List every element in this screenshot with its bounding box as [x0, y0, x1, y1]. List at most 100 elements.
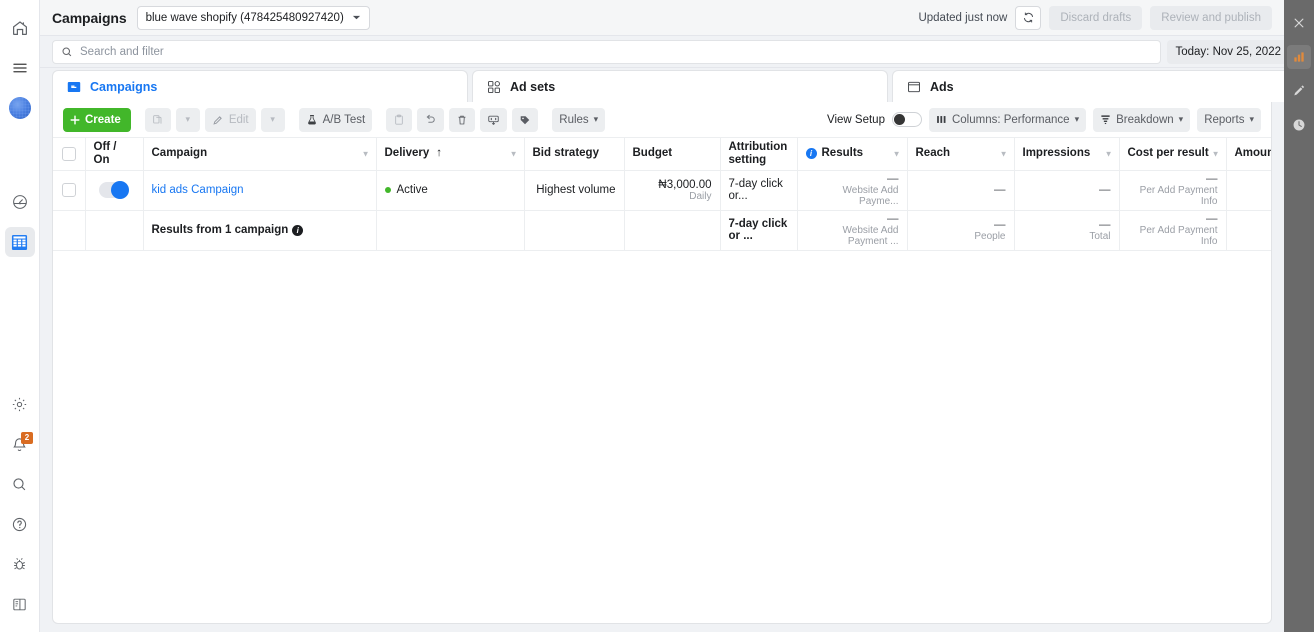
view-setup-toggle[interactable]: [891, 112, 922, 127]
discard-drafts-button[interactable]: Discard drafts: [1049, 5, 1143, 30]
automated-rules-icon[interactable]: [480, 107, 508, 132]
campaigns-icon: [67, 80, 81, 94]
tab-ads[interactable]: Ads: [892, 70, 1308, 102]
search-input[interactable]: [80, 45, 1152, 58]
results-summary-info-icon[interactable]: i: [292, 224, 304, 236]
tag-icon[interactable]: [512, 107, 539, 132]
tab-adsets-label: Ad sets: [510, 79, 556, 94]
campaign-on-toggle[interactable]: [99, 181, 129, 199]
account-avatar[interactable]: [5, 93, 35, 123]
table-empty-area: [53, 250, 1271, 611]
columns-button[interactable]: Columns: Performance ▾: [928, 107, 1087, 132]
edit-caret: ▾: [270, 114, 275, 124]
settings-gear-icon[interactable]: [5, 389, 35, 419]
reports-caret: ▾: [1249, 114, 1254, 124]
col-bid-strategy: Bid strategy: [524, 138, 625, 171]
campaigns-panel: Create ▾ Edit ▾ A/B Test Rules ▾ View Se…: [52, 102, 1272, 624]
select-all-checkbox[interactable]: [61, 146, 76, 161]
search-filter-row: Today: Nov 25, 2022: [40, 36, 1314, 68]
col-offon: Off / On: [85, 138, 144, 171]
campaigns-grid-icon[interactable]: [4, 227, 35, 257]
duplicate-icon[interactable]: [144, 107, 171, 132]
undo-icon[interactable]: [417, 107, 445, 132]
tab-campaigns[interactable]: Campaigns: [52, 70, 468, 102]
refresh-icon[interactable]: [1015, 5, 1042, 30]
total-cost-per-result-cell: — Per Add Payment Info: [1119, 210, 1227, 251]
home-icon[interactable]: [5, 13, 35, 43]
close-icon[interactable]: [1287, 11, 1311, 35]
col-results-caret[interactable]: ▼: [893, 149, 901, 158]
col-results[interactable]: i Results ▼: [797, 138, 908, 171]
col-reach-label: Reach: [915, 147, 951, 160]
reports-button[interactable]: Reports ▾: [1197, 107, 1261, 132]
row-checkbox[interactable]: [61, 183, 76, 197]
flask-icon: [307, 114, 316, 124]
col-attribution-label: Attribution setting: [728, 140, 788, 166]
layout-panel-icon[interactable]: [5, 589, 35, 619]
total-results-metric: Website Add Payment ...: [842, 225, 899, 247]
col-cost-per-result[interactable]: Cost per result ▼: [1119, 138, 1227, 171]
bar-chart-icon[interactable]: [1287, 45, 1311, 69]
edit-dropdown-button[interactable]: ▾: [260, 107, 285, 132]
menu-icon[interactable]: [5, 53, 35, 83]
row-campaign-cell: kid ads Campaign: [143, 170, 377, 211]
plus-icon: [70, 114, 80, 125]
col-cost-per-result-caret[interactable]: ▼: [1212, 149, 1220, 158]
col-bid-strategy-label: Bid strategy: [532, 147, 599, 160]
col-attribution: Attribution setting: [720, 138, 798, 171]
col-impressions-caret[interactable]: ▼: [1105, 149, 1113, 158]
total-results-cell: — Website Add Payment ...: [797, 210, 908, 251]
breakdown-caret: ▾: [1178, 114, 1184, 124]
performance-icon[interactable]: [5, 187, 35, 217]
campaign-name-link[interactable]: kid ads Campaign: [152, 184, 244, 196]
view-setup-label: View Setup: [827, 113, 885, 126]
edit-button[interactable]: Edit: [204, 107, 256, 132]
ad-account-select[interactable]: blue wave shopify (478425480927420): [136, 5, 370, 30]
review-and-publish-button[interactable]: Review and publish: [1150, 5, 1272, 30]
campaigns-table: Off / On Campaign ▼ Delivery ↑ ▼ Bid str…: [53, 138, 1271, 251]
bug-report-icon[interactable]: [5, 549, 35, 579]
page-title: Campaigns: [52, 9, 127, 26]
table-row[interactable]: kid ads Campaign Active Highest volume ₦…: [53, 170, 1271, 211]
col-impressions[interactable]: Impressions ▼: [1014, 138, 1120, 171]
col-cost-per-result-label: Cost per result: [1127, 147, 1209, 160]
clock-icon[interactable]: [1287, 113, 1311, 137]
top-bar: Campaigns blue wave shopify (47842548092…: [40, 0, 1314, 36]
columns-label: Columns: Performance: [951, 113, 1070, 126]
top-bar-actions: Updated just now Discard drafts Review a…: [918, 5, 1306, 30]
ads-icon: [907, 80, 921, 94]
total-budget-cell: [624, 210, 721, 251]
columns-caret: ▾: [1074, 114, 1080, 124]
ab-test-button[interactable]: A/B Test: [298, 107, 373, 132]
duplicate-dropdown-button[interactable]: ▾: [175, 107, 200, 132]
search-icon: [62, 46, 72, 56]
trash-icon[interactable]: [449, 107, 476, 132]
col-budget: Budget: [624, 138, 721, 171]
col-delivery[interactable]: Delivery ↑ ▼: [376, 138, 525, 171]
create-button[interactable]: Create: [63, 107, 131, 132]
select-all-header: [53, 138, 86, 171]
col-campaign[interactable]: Campaign ▼: [143, 138, 377, 171]
help-icon[interactable]: [5, 509, 35, 539]
rules-dropdown-button[interactable]: Rules ▾: [552, 107, 606, 132]
col-reach-caret[interactable]: ▼: [1000, 149, 1008, 158]
tab-adsets[interactable]: Ad sets: [472, 70, 888, 102]
pencil-icon[interactable]: [1287, 79, 1311, 103]
clipboard-icon[interactable]: [386, 107, 413, 132]
tab-ads-label: Ads: [930, 79, 954, 94]
cost-per-result-metric: Per Add Payment Info: [1139, 185, 1218, 207]
table-toolbar-right: View Setup Columns: Performance ▾ Breakd…: [827, 107, 1261, 132]
search-icon[interactable]: [5, 469, 35, 499]
col-reach[interactable]: Reach ▼: [907, 138, 1015, 171]
view-setup-toggle-group: View Setup: [827, 112, 922, 127]
search-box[interactable]: [52, 39, 1161, 64]
notifications-bell-icon[interactable]: 2: [5, 429, 35, 459]
col-delivery-caret[interactable]: ▼: [510, 149, 518, 158]
col-campaign-caret[interactable]: ▼: [362, 149, 370, 158]
total-amount-spent-cell: [1226, 210, 1271, 251]
col-campaign-label: Campaign: [151, 147, 208, 160]
reach-value: —: [994, 184, 1006, 196]
results-info-icon[interactable]: i: [805, 148, 817, 160]
breakdown-button[interactable]: Breakdown ▾: [1093, 107, 1191, 132]
row-attribution-cell: 7-day click or...: [720, 170, 798, 211]
